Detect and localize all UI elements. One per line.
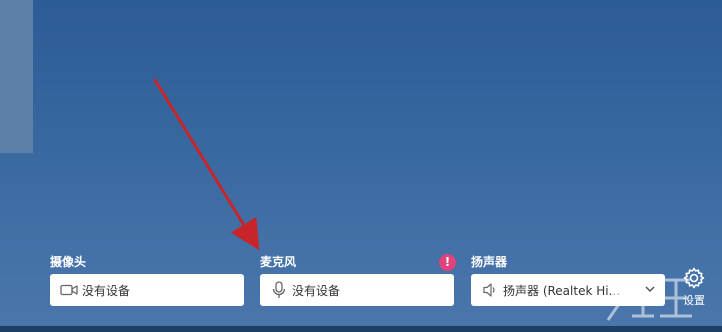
video-camera-icon xyxy=(60,281,78,299)
camera-select[interactable]: 没有设备 xyxy=(50,274,244,306)
microphone-icon xyxy=(270,281,288,299)
settings-button[interactable]: 设置 xyxy=(678,266,710,310)
speaker-select[interactable]: 扬声器 (Realtek Hi... xyxy=(471,274,665,306)
speaker-label: 扬声器 xyxy=(471,255,508,269)
side-panel xyxy=(0,0,33,153)
microphone-select[interactable]: 没有设备 xyxy=(260,274,454,306)
microphone-label: 麦克风 xyxy=(260,255,297,269)
camera-label: 摄像头 xyxy=(50,255,87,269)
taskbar-strip xyxy=(0,326,722,332)
alert-badge[interactable]: ! xyxy=(439,254,456,271)
chevron-down-icon[interactable] xyxy=(643,282,657,296)
meeting-device-screen: 摄像头 没有设备 麦克风 ! 没有设备 扬声器 扬声器 (Realtek Hi.… xyxy=(0,0,722,332)
settings-label: 设置 xyxy=(683,294,705,307)
speaker-icon xyxy=(481,281,499,299)
microphone-value: 没有设备 xyxy=(292,283,341,298)
camera-value: 没有设备 xyxy=(82,283,131,298)
speaker-value: 扬声器 (Realtek Hi... xyxy=(503,283,621,298)
gear-icon xyxy=(683,267,705,289)
